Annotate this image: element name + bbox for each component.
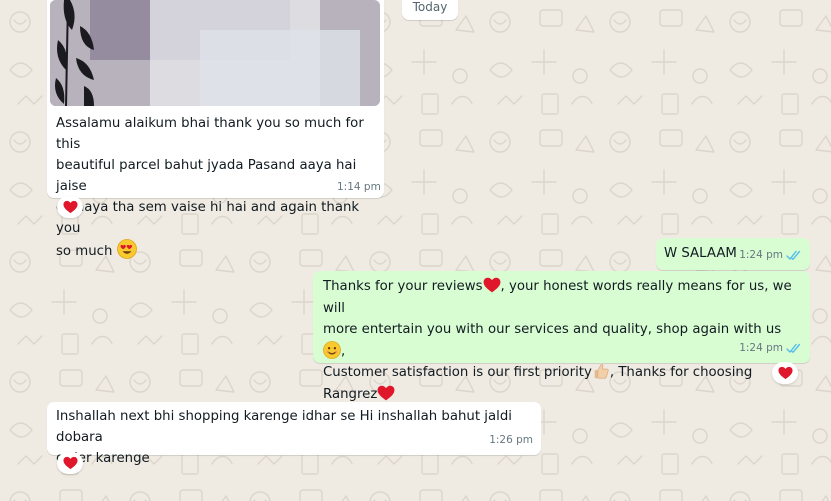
message-time: 1:24 pm [739, 342, 783, 354]
thumbs-up-emoji-icon [594, 364, 609, 379]
smiling-face-emoji-icon [323, 340, 341, 359]
message-text: W SALAAM [664, 246, 737, 261]
message-meta: 1:24 pm [739, 245, 802, 266]
double-check-read-icon [786, 250, 801, 261]
incoming-message[interactable]: Inshallah next bhi shopping karenge idha… [47, 402, 541, 466]
message-time: 1:26 pm [489, 434, 533, 446]
double-check-read-icon [786, 343, 801, 354]
date-separator: Today [402, 0, 458, 20]
photo-image [50, 0, 380, 106]
outgoing-message-long[interactable]: Thanks for your reviews, your honest wor… [313, 271, 810, 402]
red-heart-icon [777, 366, 793, 380]
reaction-badge[interactable] [57, 452, 83, 474]
message-time: 1:24 pm [739, 249, 783, 261]
heart-eyes-emoji-icon [116, 239, 137, 259]
red-heart-icon [377, 385, 395, 400]
message-meta: 1:24 pm [739, 338, 802, 359]
outgoing-message[interactable]: W SALAAM 1:24 pm [656, 238, 810, 270]
message-text: Inshallah next bhi shopping karenge idha… [56, 409, 512, 466]
red-heart-icon [62, 456, 78, 470]
message-photo[interactable] [50, 0, 380, 106]
message-text: Thanks for your reviews, your honest wor… [323, 276, 803, 405]
message-meta: 1:26 pm [489, 430, 533, 451]
message-text: Assalamu alaikum bhai thank you so much … [56, 116, 364, 259]
reaction-badge[interactable] [57, 196, 83, 218]
red-heart-icon [483, 277, 500, 293]
red-heart-icon [62, 200, 78, 214]
reaction-badge[interactable] [772, 362, 798, 384]
message-time: 1:14 pm [337, 181, 381, 193]
